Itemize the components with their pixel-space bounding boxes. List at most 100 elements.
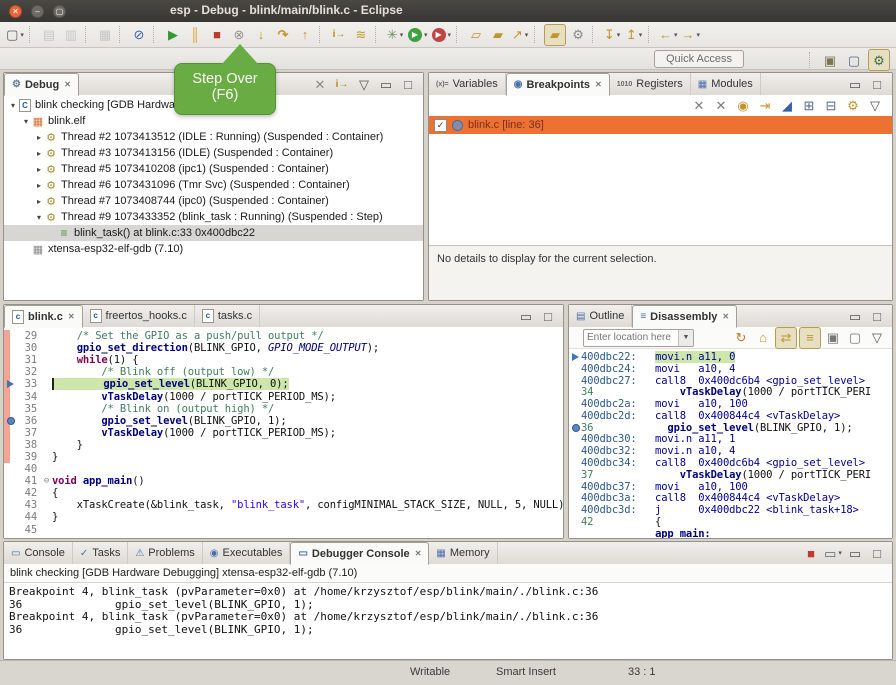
back-history-button[interactable]: ←▾ bbox=[658, 25, 679, 45]
run-button[interactable]: ▶▾ bbox=[407, 25, 429, 45]
annotation-gutter[interactable] bbox=[4, 354, 17, 366]
debug-tree-row[interactable]: ▸Thread #2 1073413512 (IDLE : Running) (… bbox=[4, 129, 423, 145]
annotation-gutter[interactable] bbox=[4, 475, 17, 487]
new-project-button[interactable]: ▱ bbox=[466, 25, 486, 45]
open-perspective-button[interactable]: ▣ bbox=[820, 50, 840, 70]
tab-memory[interactable]: ▦Memory bbox=[429, 542, 497, 564]
maximize-button[interactable]: □ bbox=[867, 75, 887, 93]
collapse-icon[interactable]: ▾ bbox=[34, 213, 44, 222]
annotation-gutter[interactable] bbox=[4, 511, 17, 523]
breakpoint-list-item[interactable]: ✓ blink.c [line: 36] bbox=[429, 116, 892, 134]
close-tab-icon[interactable]: ✕ bbox=[722, 312, 729, 321]
forward-history-button[interactable]: →▾ bbox=[681, 25, 702, 45]
minimize-button[interactable]: ▭ bbox=[845, 75, 865, 93]
group-by-button[interactable]: ⚙ bbox=[843, 96, 863, 116]
show-source-button[interactable]: ≡ bbox=[799, 327, 821, 349]
minimize-button[interactable]: ▭ bbox=[845, 544, 865, 562]
expand-icon[interactable]: ▸ bbox=[34, 181, 44, 190]
annotation-gutter[interactable] bbox=[4, 403, 17, 415]
collapse-icon[interactable]: ▾ bbox=[21, 117, 31, 126]
remove-breakpoint-button[interactable]: ✕ bbox=[689, 96, 709, 116]
expand-icon[interactable]: ▸ bbox=[34, 133, 44, 142]
display-selected-console-button[interactable]: ▭▾ bbox=[823, 544, 843, 562]
tab-breakpoints[interactable]: ◉Breakpoints✕ bbox=[506, 73, 610, 96]
next-annotation-dropdown-icon[interactable]: ▾ bbox=[617, 31, 621, 39]
expand-icon[interactable]: ▸ bbox=[34, 165, 44, 174]
debug-perspective-button[interactable]: ⚙ bbox=[868, 49, 890, 71]
breakpoint-dot-icon[interactable] bbox=[7, 417, 15, 425]
goto-file-for-breakpoint-button[interactable]: ⇥ bbox=[755, 96, 775, 116]
minimize-button[interactable]: – bbox=[31, 5, 44, 18]
code-editor[interactable]: 29 /* Set the GPIO as a push/pull output… bbox=[4, 327, 563, 538]
debug-tree-row[interactable]: ▾Thread #9 1073433352 (blink_task : Runn… bbox=[4, 209, 423, 225]
show-breakpoints-for-selected-button[interactable]: ◉ bbox=[733, 96, 753, 116]
disconnect-button[interactable]: ⊗ bbox=[229, 25, 249, 45]
expand-icon[interactable]: ▸ bbox=[34, 197, 44, 206]
debug-tree-row[interactable]: ▸Thread #5 1073410208 (ipc1) (Suspended … bbox=[4, 161, 423, 177]
tab-blink-c[interactable]: cblink.c✕ bbox=[4, 305, 83, 328]
annotation-gutter[interactable] bbox=[4, 524, 17, 536]
external-tools-button[interactable]: ▶▾ bbox=[431, 25, 453, 45]
annotation-gutter[interactable] bbox=[4, 390, 17, 402]
remove-all-breakpoints-button[interactable]: ✕ bbox=[711, 96, 731, 116]
breakpoint-gutter[interactable] bbox=[4, 415, 17, 427]
annotation-gutter[interactable] bbox=[4, 427, 17, 439]
annotation-gutter[interactable] bbox=[4, 499, 17, 511]
debug-tree-row[interactable]: ▾blink.elf bbox=[4, 113, 423, 129]
maximize-button[interactable]: ▢ bbox=[53, 5, 66, 18]
debug-tree-row[interactable]: xtensa-esp32-elf-gdb (7.10) bbox=[4, 241, 423, 257]
annotation-gutter[interactable] bbox=[4, 342, 17, 354]
resume-button[interactable]: ▶ bbox=[163, 25, 183, 45]
tab-console[interactable]: ▭Console bbox=[4, 542, 73, 564]
tab-debugger-console[interactable]: ▭Debugger Console✕ bbox=[290, 542, 429, 565]
minimize-button[interactable]: ▭ bbox=[516, 307, 536, 325]
view-menu-button[interactable]: ▽ bbox=[354, 75, 374, 93]
open-new-view-button[interactable]: ▣ bbox=[823, 328, 843, 348]
maximize-button[interactable]: □ bbox=[867, 544, 887, 562]
quick-access-button[interactable]: Quick Access bbox=[654, 50, 744, 68]
tab-freertos-hooks-c[interactable]: cfreertos_hooks.c bbox=[83, 305, 195, 327]
new-dropdown-icon[interactable]: ▾ bbox=[20, 31, 24, 39]
previous-annotation-button[interactable]: ↥▾ bbox=[624, 25, 644, 45]
minimize-button[interactable]: ▭ bbox=[845, 307, 865, 325]
location-dropdown-icon[interactable]: ▼ bbox=[678, 330, 693, 346]
minimize-button[interactable]: ▭ bbox=[376, 75, 396, 93]
tab-debug[interactable]: ⚙ Debug ✕ bbox=[4, 73, 79, 96]
refresh-view-button[interactable]: ↻ bbox=[731, 328, 751, 348]
tab-tasks[interactable]: ✓Tasks bbox=[73, 542, 129, 564]
close-tab-icon[interactable]: ✕ bbox=[68, 312, 75, 321]
maximize-button[interactable]: □ bbox=[398, 75, 418, 93]
debug-dropdown-icon[interactable]: ▾ bbox=[400, 31, 404, 39]
terminate-console-button[interactable]: ■ bbox=[801, 544, 821, 562]
debug-tree-row-selected[interactable]: blink_task() at blink.c:33 0x400dbc22 bbox=[4, 225, 423, 241]
home-button[interactable]: ⌂ bbox=[753, 328, 773, 348]
expand-all-button[interactable]: ⊞ bbox=[799, 96, 819, 116]
tab-modules[interactable]: ▦Modules bbox=[691, 73, 761, 95]
fold-collapse-icon[interactable]: ⊖ bbox=[41, 476, 52, 486]
expand-icon[interactable]: ▸ bbox=[34, 149, 44, 158]
external-tools-dropdown-icon[interactable]: ▾ bbox=[448, 31, 452, 39]
next-annotation-button[interactable]: ↧▾ bbox=[602, 25, 622, 45]
collapse-all-button[interactable]: ⊟ bbox=[821, 96, 841, 116]
debug-tree-row[interactable]: ▸Thread #6 1073431096 (Tmr Svc) (Suspend… bbox=[4, 177, 423, 193]
tab-executables[interactable]: ◉Executables bbox=[203, 542, 291, 564]
save-button[interactable]: ▤ bbox=[39, 25, 59, 45]
collapse-icon[interactable]: ▾ bbox=[8, 101, 18, 110]
skip-all-breakpoints-button[interactable]: ⊘ bbox=[129, 25, 149, 45]
close-tab-icon[interactable]: ✕ bbox=[595, 80, 602, 89]
back-history-dropdown-icon[interactable]: ▾ bbox=[674, 31, 678, 39]
tab-problems[interactable]: ⚠Problems bbox=[128, 542, 202, 564]
view-menu-button[interactable]: ▽ bbox=[865, 96, 885, 116]
annotation-gutter[interactable] bbox=[4, 487, 17, 499]
console-output[interactable]: Breakpoint 4, blink_task (pvParameter=0x… bbox=[4, 583, 892, 659]
tab-registers[interactable]: 1010Registers bbox=[610, 73, 691, 95]
step-over-button[interactable]: ↷ bbox=[273, 25, 293, 45]
save-all-button[interactable]: ▥ bbox=[61, 25, 81, 45]
suspend-button[interactable]: ║ bbox=[185, 25, 205, 45]
display-selected-console-dropdown-icon[interactable]: ▾ bbox=[838, 549, 842, 557]
flash-launch-dropdown-icon[interactable]: ▾ bbox=[525, 31, 529, 39]
annotation-gutter[interactable] bbox=[4, 463, 17, 475]
location-input[interactable] bbox=[584, 332, 678, 343]
forward-history-dropdown-icon[interactable]: ▾ bbox=[697, 31, 701, 39]
step-into-button[interactable]: ↓ bbox=[251, 25, 271, 45]
